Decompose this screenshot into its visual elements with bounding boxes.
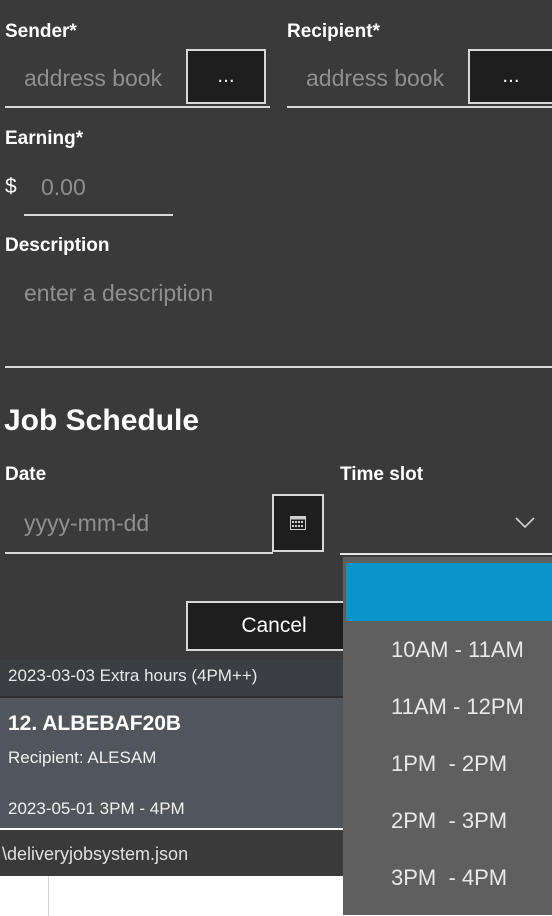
chevron-down-icon (515, 517, 535, 529)
job-card-title: 12. ALBEBAF20B (8, 712, 182, 735)
option-label: 2PM - 3PM (391, 807, 508, 833)
timeslot-dropdown: 10AM - 11AM 11AM - 12PM 1PM - 2PM 2PM - … (343, 557, 552, 915)
divider (48, 876, 49, 916)
option-label: 11AM - 12PM (391, 693, 524, 719)
option-label: 3PM - 4PM (391, 864, 508, 890)
timeslot-option[interactable]: 10AM - 11AM (343, 621, 552, 678)
earning-label: Earning* (5, 128, 84, 149)
recipient-address-book-button[interactable]: ... (468, 49, 552, 104)
sender-address-book-button[interactable]: ... (186, 49, 266, 104)
recipient-placeholder: address book (306, 65, 445, 91)
currency-symbol: $ (5, 175, 17, 198)
status-file-path: \deliveryjobsystem.json (2, 844, 189, 864)
section-title: Job Schedule (4, 404, 200, 437)
sender-placeholder: address book (24, 65, 163, 91)
earning-placeholder: 0.00 (41, 174, 86, 200)
sender-label: Sender* (5, 21, 77, 42)
cancel-button[interactable]: Cancel (186, 601, 362, 651)
recipient-label: Recipient* (287, 21, 380, 42)
earning-field[interactable]: 0.00 (24, 160, 173, 216)
description-placeholder: enter a description (24, 280, 214, 306)
option-label: 1PM - 2PM (391, 750, 508, 776)
option-label: 10AM - 11AM (391, 636, 524, 662)
date-field[interactable]: yyyy-mm-dd (5, 497, 273, 554)
timeslot-option[interactable]: 3PM - 4PM (343, 849, 552, 906)
timeslot-option[interactable]: 1PM - 2PM (343, 735, 552, 792)
calendar-icon (290, 516, 306, 530)
timeslot-label: Time slot (340, 464, 424, 485)
description-field[interactable]: enter a description (5, 266, 552, 368)
timeslot-option-empty[interactable] (346, 563, 552, 621)
timeslot-option[interactable]: 2PM - 3PM (343, 792, 552, 849)
job-card-recipient: Recipient: ALESAM (8, 748, 157, 767)
date-placeholder: yyyy-mm-dd (24, 510, 150, 536)
job-card-time: 2023-05-01 3PM - 4PM (8, 799, 185, 818)
date-label: Date (5, 464, 47, 485)
timeslot-option[interactable]: 11AM - 12PM (343, 678, 552, 735)
timeslot-combobox[interactable] (340, 497, 552, 555)
list-item-text: 2023-03-03 Extra hours (4PM++) (8, 666, 258, 685)
description-label: Description (5, 235, 110, 256)
calendar-button[interactable] (272, 494, 324, 552)
